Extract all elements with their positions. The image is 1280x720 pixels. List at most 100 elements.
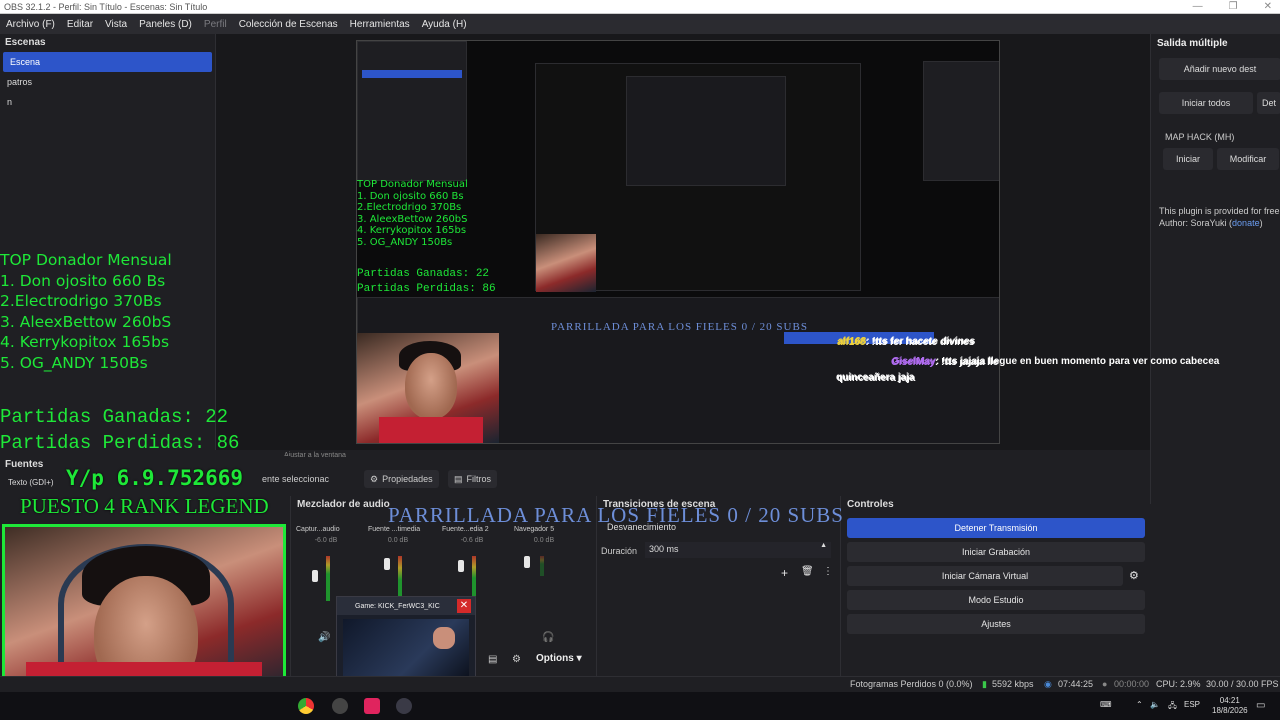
- start-virtual-camera-button[interactable]: Iniciar Cámara Virtual: [847, 566, 1123, 586]
- chat-line-2: GiselMay: !tts jajaja llegue en buen mom…: [892, 356, 1219, 367]
- settings-button[interactable]: Ajustes: [847, 614, 1145, 634]
- menu-help[interactable]: Ayuda (H): [416, 19, 473, 30]
- nested-match-stats: Partidas Ganadas: 22 Partidas Perdidas: …: [357, 268, 496, 295]
- chrome-icon[interactable]: [298, 698, 314, 714]
- multiple-output-dock: Salida múltiple Añadir nuevo dest Inicia…: [1150, 34, 1280, 504]
- controls-dock: Controles Detener Transmisión Iniciar Gr…: [840, 496, 1150, 692]
- nested-donor-list: TOP Donador Mensual 1. Don ojosito 660 B…: [357, 179, 468, 248]
- match-stats-overlay: Partidas Ganadas: 22 Partidas Perdidas: …: [0, 404, 239, 456]
- studio-mode-button[interactable]: Modo Estudio: [847, 590, 1145, 610]
- shirt-shape: [379, 417, 483, 443]
- nested-multi-output: [923, 61, 999, 181]
- record-icon: ●: [1102, 679, 1108, 689]
- nested-preview-inner: [626, 76, 786, 186]
- popup-header: Game: KICK_FerWC3_KIC ✕: [337, 597, 475, 615]
- chevron-down-icon: ▾: [576, 653, 582, 664]
- start-all-button[interactable]: Iniciar todos: [1159, 92, 1253, 114]
- start-recording-button[interactable]: Iniciar Grabación: [847, 542, 1145, 562]
- source-item-text[interactable]: Texto (GDI+): [8, 478, 54, 487]
- mixer-layout-icon[interactable]: ▤: [488, 654, 497, 665]
- wins-text: Partidas Ganadas: 22: [0, 406, 229, 428]
- volume-slider[interactable]: [458, 560, 464, 572]
- volume-slider[interactable]: [384, 558, 390, 570]
- modify-button[interactable]: Modificar: [1217, 148, 1279, 170]
- menu-file[interactable]: Archivo (F): [0, 19, 61, 30]
- menu-edit[interactable]: Editar: [61, 19, 99, 30]
- maximize-button[interactable]: ❐: [1229, 0, 1238, 14]
- menu-docks[interactable]: Paneles (D): [133, 19, 198, 30]
- clock[interactable]: 04:21 18/8/2026: [1212, 696, 1248, 716]
- clock-date: 18/8/2026: [1212, 706, 1248, 715]
- popup-title: Game: KICK_FerWC3_KIC: [355, 602, 440, 610]
- minimize-button[interactable]: —: [1193, 0, 1203, 14]
- nested-scenes-panel: [357, 41, 467, 181]
- menu-profile[interactable]: Perfil: [198, 19, 233, 30]
- language-indicator[interactable]: ESP: [1184, 700, 1200, 709]
- obs-window: OBS 32.1.2 - Perfil: Sin Título - Escena…: [0, 0, 1280, 720]
- start-button[interactable]: Iniciar: [1163, 148, 1213, 170]
- selected-source-label: ente seleccionac: [262, 474, 330, 484]
- tiktok-icon[interactable]: [364, 698, 380, 714]
- scene-item-escena[interactable]: Escena: [3, 52, 212, 72]
- multiple-output-title: Salida múltiple: [1157, 38, 1228, 49]
- filters-button[interactable]: ▤ Filtros: [448, 470, 498, 488]
- donor-title: TOP Donador Mensual: [0, 251, 172, 269]
- notification-icon[interactable]: ▭: [1256, 700, 1265, 711]
- menu-scene-collection[interactable]: Colección de Escenas: [233, 19, 344, 30]
- donor-2: 2.Electrodrigo 370Bs: [0, 292, 162, 310]
- keyboard-icon[interactable]: ⌨: [1100, 700, 1112, 709]
- cpu-usage: CPU: 2.9%: [1156, 679, 1201, 689]
- fit-to-window-label[interactable]: Ajustar a la ventana: [284, 452, 346, 459]
- signal-icon: ▮: [982, 679, 987, 689]
- donate-link[interactable]: donate: [1232, 218, 1260, 228]
- chat-user-2: GiselMay: [892, 356, 936, 367]
- stop-all-button[interactable]: Det: [1257, 92, 1280, 114]
- volume-icon[interactable]: 🔈: [1150, 700, 1160, 709]
- bitrate: 5592 kbps: [992, 679, 1034, 689]
- more-icon[interactable]: ⋮: [823, 566, 833, 577]
- window-title: OBS 32.1.2 - Perfil: Sin Título - Escena…: [4, 1, 208, 12]
- chat-line-1: alf168: !tts fer hacete divines: [838, 336, 975, 347]
- network-icon[interactable]: 🖧: [1168, 700, 1177, 714]
- add-icon[interactable]: +: [781, 566, 788, 580]
- menu-tools[interactable]: Herramientas: [344, 19, 416, 30]
- plugin-author: Author: SoraYuki (donate): [1159, 218, 1263, 228]
- dropped-frames: Fotogramas Perdidos 0 (0.0%): [850, 679, 973, 689]
- speaker-icon[interactable]: 🔊: [318, 632, 330, 643]
- add-destination-button[interactable]: Añadir nuevo dest: [1159, 58, 1280, 80]
- scenes-title: Escenas: [5, 37, 46, 48]
- app-icon[interactable]: [332, 698, 348, 714]
- mixer-options-menu[interactable]: Options ▾: [536, 653, 582, 664]
- fps: 30.00 / 30.00 FPS: [1206, 679, 1279, 689]
- stop-streaming-button[interactable]: Detener Transmisión: [847, 518, 1145, 538]
- volume-slider[interactable]: [524, 556, 530, 568]
- close-icon[interactable]: ✕: [457, 599, 471, 613]
- scene-item-n[interactable]: n: [0, 92, 215, 112]
- obs-icon[interactable]: [396, 698, 412, 714]
- properties-button[interactable]: ⚙ Propiedades: [364, 470, 439, 488]
- map-hack-label: MAP HACK (MH): [1165, 132, 1235, 142]
- nested-selected-scene: [362, 70, 462, 78]
- menu-bar: Archivo (F) Editar Vista Paneles (D) Per…: [0, 14, 1280, 34]
- donor-4: 4. Kerrykopitox 165bs: [0, 333, 170, 351]
- sub-counter-overlay: Y/p 6.9.752669: [66, 466, 244, 490]
- close-button[interactable]: ✕: [1264, 0, 1272, 14]
- program-preview[interactable]: TOP Donador Mensual 1. Don ojosito 660 B…: [356, 40, 1000, 444]
- chat-line-3: quinceañera jaja: [836, 372, 915, 383]
- stepper-icon[interactable]: ▲: [820, 542, 827, 549]
- volume-slider[interactable]: [312, 570, 318, 582]
- tray-chevron-icon[interactable]: ⌃: [1136, 700, 1143, 709]
- plugin-note: This plugin is provided for free: [1159, 206, 1280, 216]
- mixer-channel-4: Navegador 5 0.0 dB 🎧: [514, 526, 555, 643]
- menu-view[interactable]: Vista: [99, 19, 133, 30]
- headphone-icon[interactable]: 🎧: [542, 632, 554, 643]
- virtual-camera-settings-icon[interactable]: ⚙: [1129, 569, 1139, 582]
- donor-3: 3. AleexBettow 260bS: [0, 312, 172, 331]
- mixer-settings-icon[interactable]: ⚙: [512, 654, 521, 665]
- duration-input[interactable]: 300 ms ▲: [645, 542, 831, 558]
- stream-time: 07:44:25: [1058, 679, 1094, 689]
- nested-webcam: [536, 234, 596, 292]
- scene-item-patros[interactable]: patros: [0, 72, 215, 92]
- controls-title: Controles: [847, 499, 894, 510]
- trash-icon[interactable]: 🗑: [801, 566, 814, 577]
